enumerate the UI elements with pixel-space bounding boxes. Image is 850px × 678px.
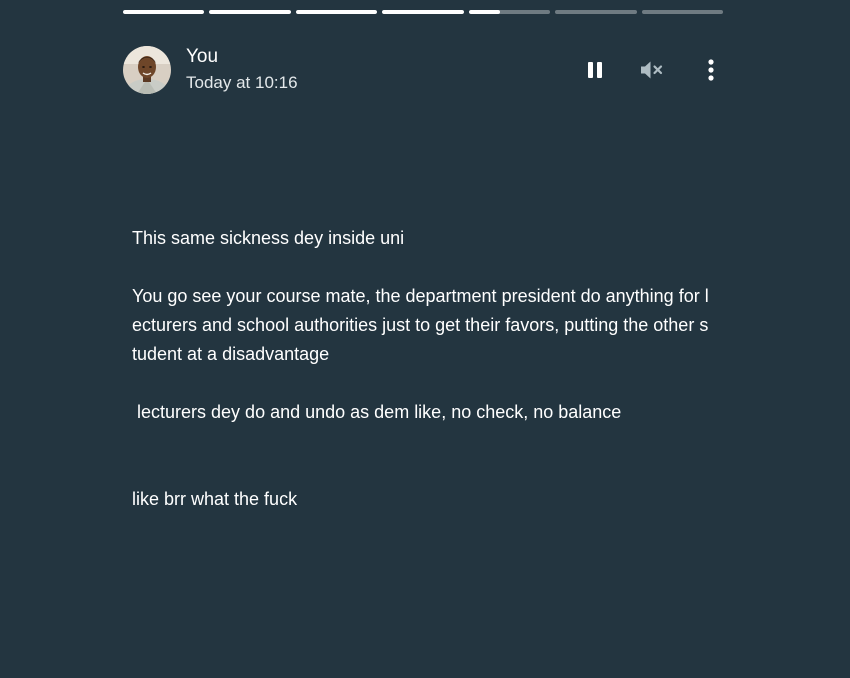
progress-segment[interactable] bbox=[468, 10, 551, 14]
progress-fill bbox=[382, 10, 464, 14]
story-controls bbox=[577, 52, 723, 88]
more-vertical-icon bbox=[708, 59, 714, 81]
progress-fill bbox=[468, 10, 500, 14]
progress-segment[interactable] bbox=[382, 10, 464, 14]
story-header: You Today at 10:16 bbox=[123, 45, 723, 95]
author-name: You bbox=[186, 46, 219, 67]
progress-fill bbox=[123, 10, 205, 14]
progress-segment[interactable] bbox=[295, 10, 378, 14]
progress-fill bbox=[295, 10, 378, 14]
story-text: This same sickness dey inside uni You go… bbox=[132, 228, 709, 509]
story-timestamp: Today at 10:16 bbox=[186, 73, 298, 92]
pause-button[interactable] bbox=[577, 52, 613, 88]
volume-muted-icon bbox=[641, 61, 663, 79]
status-viewer: You Today at 10:16 This same sickness de… bbox=[0, 0, 850, 678]
story-progress-bar bbox=[123, 10, 723, 14]
progress-segment[interactable] bbox=[123, 10, 205, 14]
avatar[interactable] bbox=[123, 46, 171, 94]
progress-segment[interactable] bbox=[641, 10, 723, 14]
progress-segment[interactable] bbox=[209, 10, 291, 14]
progress-segment[interactable] bbox=[555, 10, 637, 14]
author-meta: You Today at 10:16 bbox=[186, 46, 298, 94]
more-options-button[interactable] bbox=[693, 52, 729, 88]
progress-fill bbox=[209, 10, 291, 14]
mute-button[interactable] bbox=[634, 52, 670, 88]
pause-icon bbox=[588, 62, 602, 78]
